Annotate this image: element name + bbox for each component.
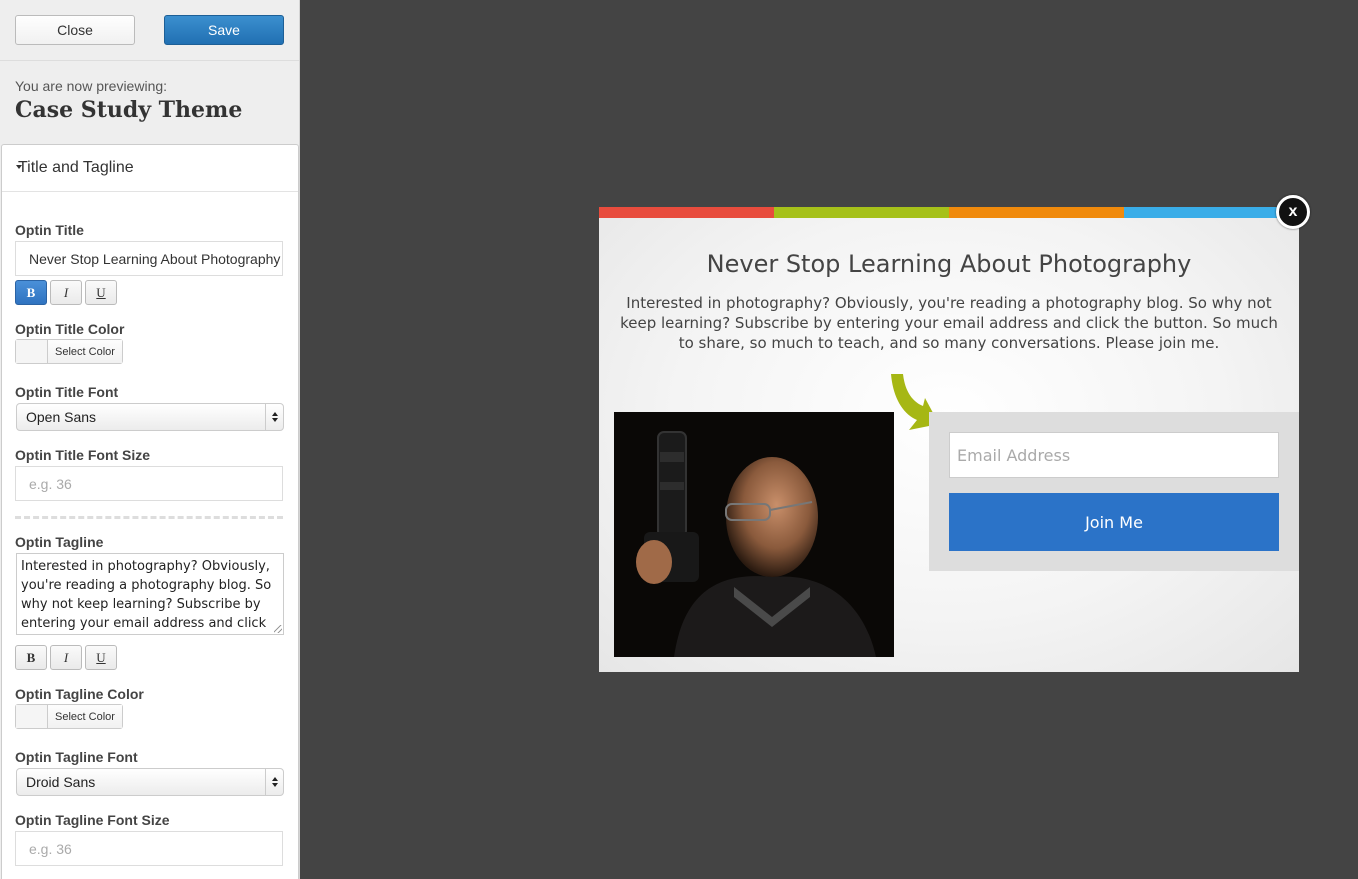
optin-preview: Never Stop Learning About Photography In… (599, 207, 1299, 672)
optin-tagline-label: Optin Tagline (15, 534, 104, 550)
title-bold-button[interactable]: B (15, 280, 47, 305)
tagline-text: Interested in photography? Obviously, yo… (21, 559, 272, 631)
customizer-sidebar: Close Save You are now previewing: Case … (0, 0, 300, 879)
tagline-select-color-button[interactable]: Select Color (48, 705, 122, 728)
select-arrows-icon (265, 404, 283, 430)
title-font-value: Open Sans (26, 409, 97, 425)
theme-name: Case Study Theme (15, 97, 243, 123)
color-stripe-green (774, 207, 949, 218)
tagline-color-swatch[interactable] (16, 705, 48, 728)
select-arrows-icon (265, 769, 283, 795)
color-stripe-orange (949, 207, 1124, 218)
tagline-font-label: Optin Tagline Font (15, 749, 138, 765)
optin-title-input[interactable]: Never Stop Learning About Photography (15, 241, 283, 276)
author-photo (614, 412, 894, 657)
tagline-underline-button[interactable]: U (85, 645, 117, 670)
tagline-bold-button[interactable]: B (15, 645, 47, 670)
title-italic-button[interactable]: I (50, 280, 82, 305)
photographer-portrait-image (614, 412, 894, 657)
tagline-font-value: Droid Sans (26, 774, 96, 790)
title-select-color-button[interactable]: Select Color (48, 340, 122, 363)
caret-down-icon (16, 165, 22, 169)
sidebar-toolbar: Close Save (0, 0, 299, 61)
color-stripe-red (599, 207, 774, 218)
optin-tagline: Interested in photography? Obviously, yo… (620, 294, 1278, 352)
title-font-select[interactable]: Open Sans (16, 403, 284, 431)
optin-title: Never Stop Learning About Photography (706, 250, 1192, 278)
resize-handle-icon[interactable] (274, 625, 282, 633)
title-color-label: Optin Title Color (15, 321, 125, 337)
optin-title-label: Optin Title (15, 222, 84, 238)
optin-tagline-textarea[interactable]: Interested in photography? Obviously, yo… (16, 553, 284, 635)
title-font-size-input[interactable]: e.g. 36 (15, 466, 283, 501)
title-underline-button[interactable]: U (85, 280, 117, 305)
panel-title: Title and Tagline (18, 159, 134, 176)
tagline-font-size-label: Optin Tagline Font Size (15, 812, 170, 828)
close-optin-icon[interactable]: x (1276, 195, 1310, 229)
title-color-swatch[interactable] (16, 340, 48, 363)
title-font-label: Optin Title Font (15, 384, 119, 400)
title-font-size-label: Optin Title Font Size (15, 447, 151, 463)
previewing-label: You are now previewing: (15, 78, 168, 94)
section-divider (15, 516, 283, 519)
color-stripe-blue (1124, 207, 1299, 218)
tagline-color-picker[interactable]: Select Color (15, 704, 123, 729)
tagline-font-size-input[interactable]: e.g. 36 (15, 831, 283, 866)
close-button[interactable]: Close (15, 15, 135, 45)
email-input[interactable]: Email Address (949, 432, 1279, 478)
save-button[interactable]: Save (164, 15, 284, 45)
tagline-italic-button[interactable]: I (50, 645, 82, 670)
optin-form: Email Address Join Me (929, 412, 1299, 571)
title-format-toolbar: B I U (15, 280, 117, 305)
panel-header[interactable]: Title and Tagline (2, 145, 298, 192)
tagline-color-label: Optin Tagline Color (15, 686, 144, 702)
tagline-format-toolbar: B I U (15, 645, 117, 670)
join-button[interactable]: Join Me (949, 493, 1279, 551)
title-color-picker[interactable]: Select Color (15, 339, 123, 364)
tagline-font-select[interactable]: Droid Sans (16, 768, 284, 796)
